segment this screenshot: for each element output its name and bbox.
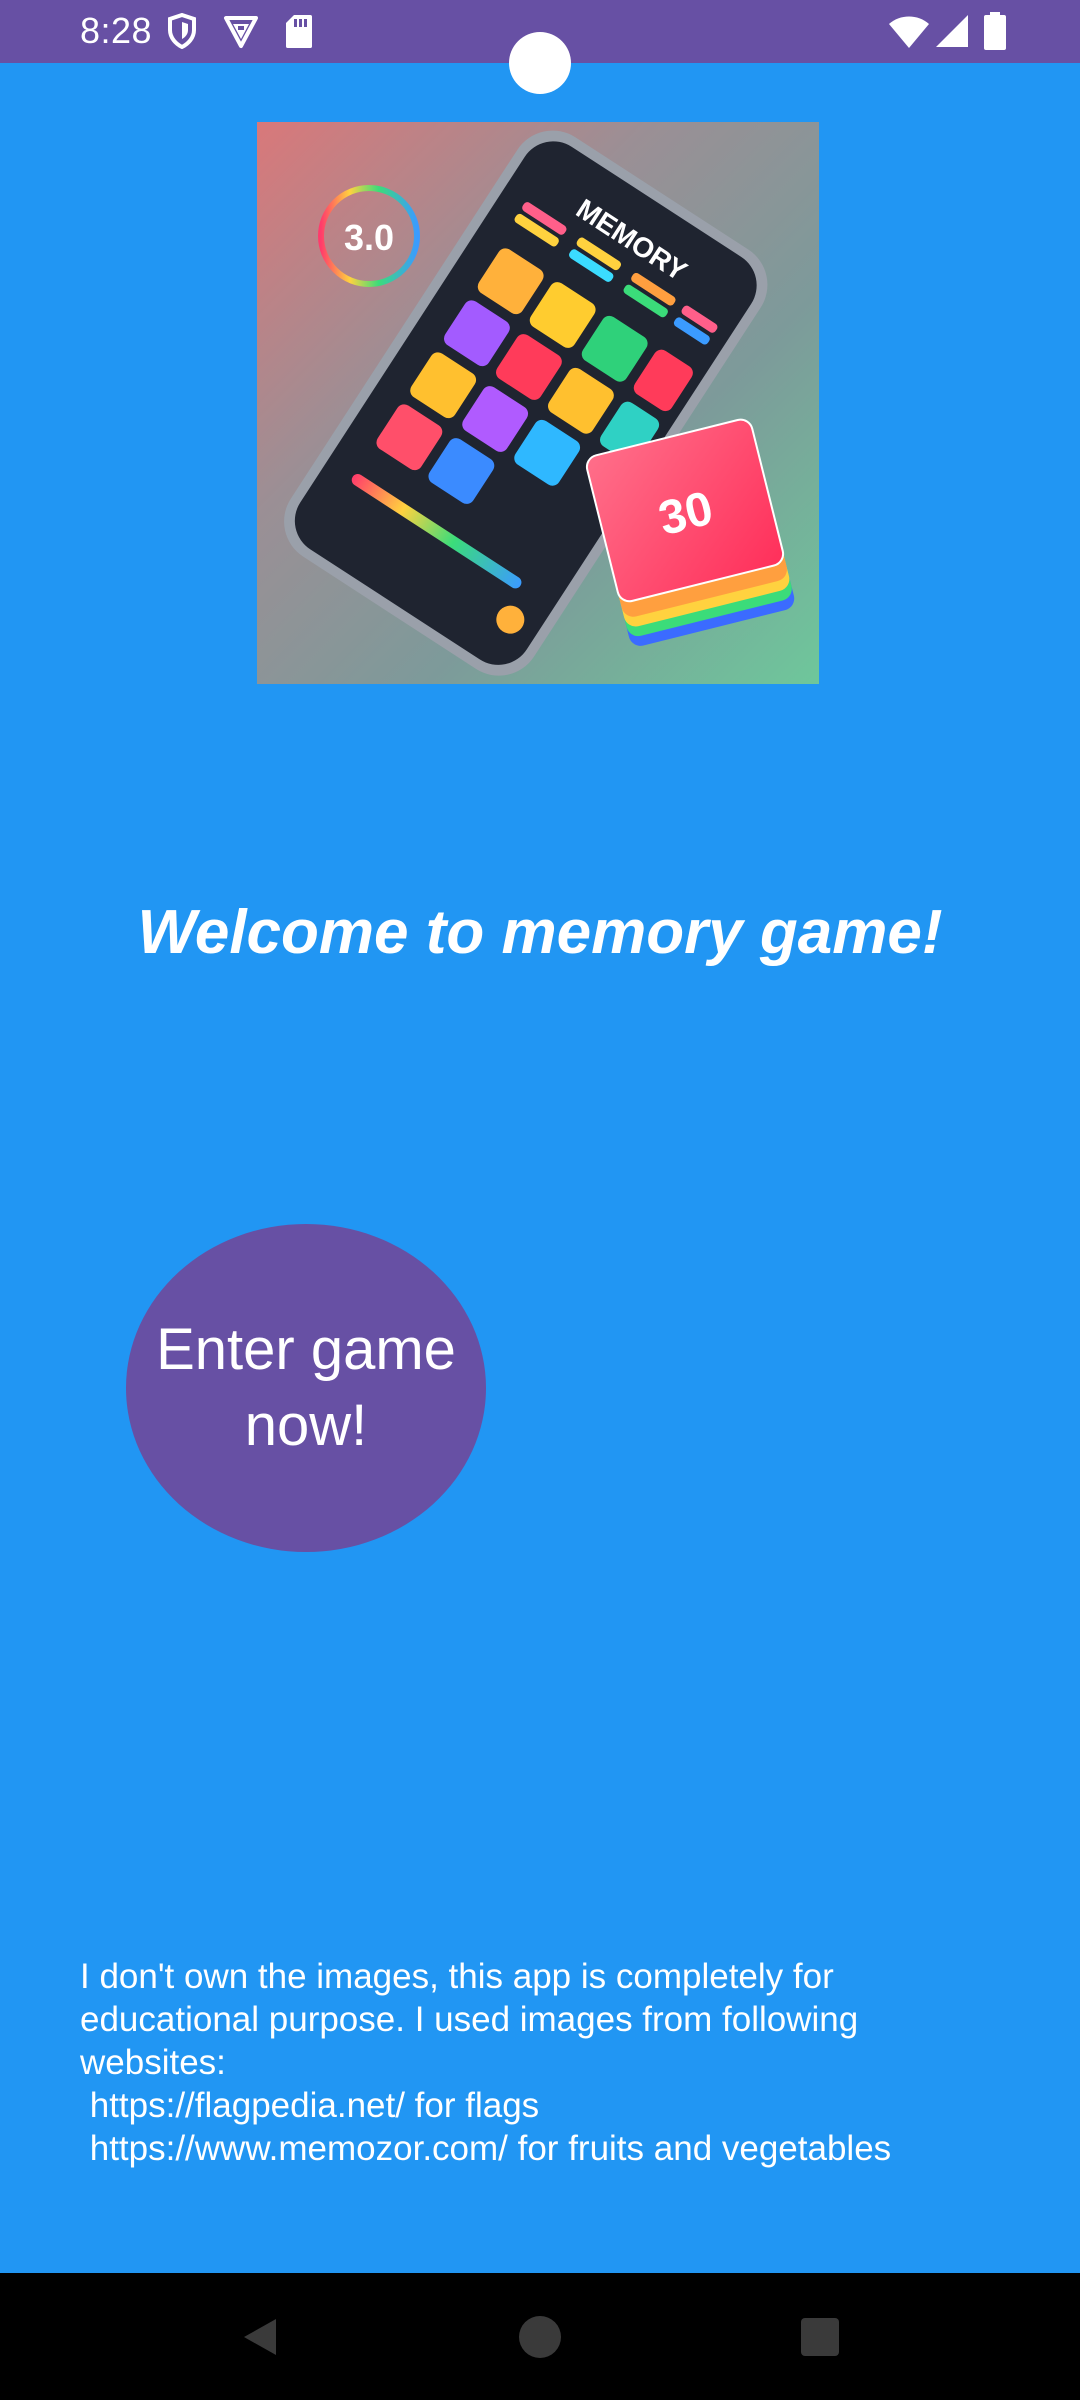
status-time: 8:28 bbox=[80, 10, 153, 51]
memory-game-illustration: MEMORY 3.0 30 bbox=[284, 130, 795, 676]
disclaimer-line: https://flagpedia.net/ for flags bbox=[80, 2086, 540, 2125]
navigation-bar bbox=[0, 2273, 1080, 2400]
recents-icon bbox=[801, 2317, 839, 2356]
recents-button[interactable] bbox=[750, 2273, 890, 2400]
enter-game-button[interactable]: Enter game now! bbox=[126, 1224, 486, 1552]
home-icon bbox=[519, 2315, 561, 2358]
cellular-signal-icon bbox=[936, 15, 968, 47]
enter-game-button-label-line1: Enter game bbox=[156, 1317, 456, 1382]
disclaimer-line: I don't own the images, this app is comp… bbox=[80, 1957, 834, 1996]
shield-icon bbox=[168, 13, 196, 49]
wifi-icon bbox=[889, 16, 929, 48]
disclaimer-line: educational purpose. I used images from … bbox=[80, 2000, 859, 2039]
camera-cutout bbox=[509, 32, 571, 94]
sd-card-icon bbox=[286, 15, 312, 48]
hero-badge-text: 3.0 bbox=[344, 217, 394, 258]
hero-image: MEMORY 3.0 30 bbox=[257, 122, 819, 684]
back-button[interactable] bbox=[190, 2273, 330, 2400]
disclaimer-text: I don't own the images, this app is comp… bbox=[80, 1955, 1040, 2170]
enter-game-button-label-line2: now! bbox=[244, 1393, 368, 1458]
disclaimer-line: websites: bbox=[80, 2043, 226, 2082]
welcome-title: Welcome to memory game! bbox=[137, 898, 943, 967]
disclaimer-line: https://www.memozor.com/ for fruits and … bbox=[80, 2129, 892, 2168]
battery-icon bbox=[984, 12, 1006, 50]
back-icon bbox=[244, 2318, 276, 2355]
home-button[interactable] bbox=[470, 2273, 610, 2400]
location-icon bbox=[224, 16, 258, 48]
